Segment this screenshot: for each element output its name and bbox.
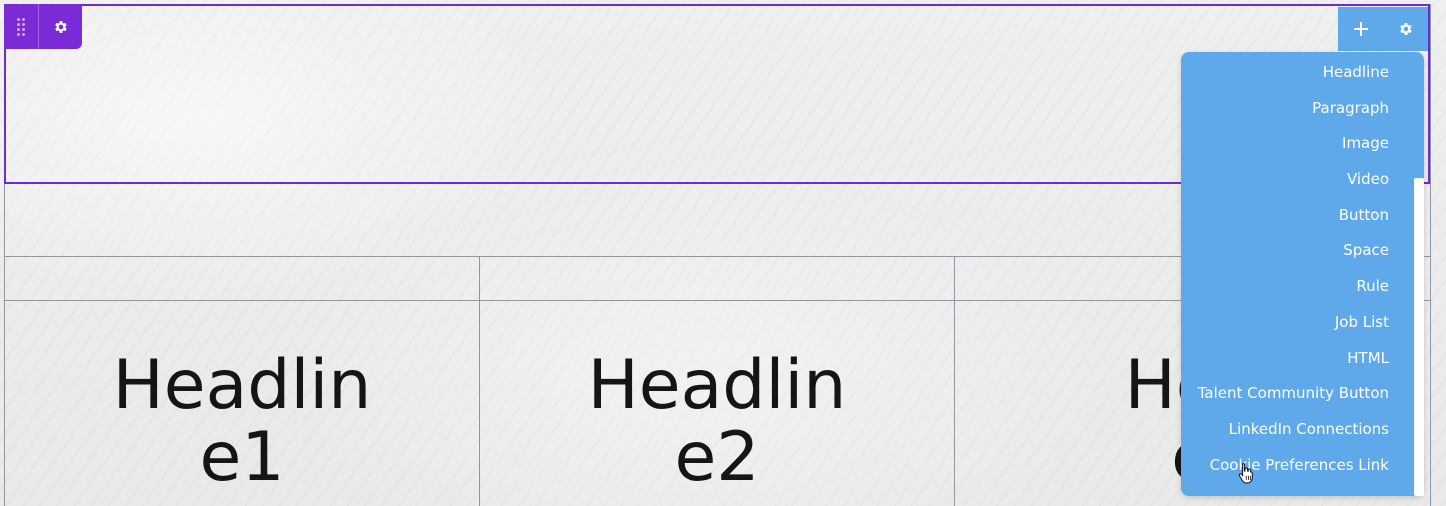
page-border-right: [1430, 4, 1431, 506]
column-1-headline[interactable]: Headlin e1: [5, 350, 479, 494]
column-2-headline[interactable]: Headlin e2: [480, 350, 954, 494]
menu-item-image[interactable]: Image: [1181, 126, 1409, 162]
menu-item-video[interactable]: Video: [1181, 162, 1409, 198]
drag-handle-icon[interactable]: [4, 4, 39, 49]
menu-item-headline[interactable]: Headline: [1181, 55, 1409, 91]
headline-line-1: Headlin: [587, 346, 847, 425]
menu-item-rule[interactable]: Rule: [1181, 269, 1409, 305]
gear-icon: [54, 20, 67, 33]
menu-item-talent-community-button[interactable]: Talent Community Button: [1181, 376, 1409, 412]
plus-icon: [1353, 22, 1368, 36]
add-element-menu: Headline Paragraph Image Video Button Sp…: [1181, 52, 1424, 496]
menu-item-space[interactable]: Space: [1181, 233, 1409, 269]
menu-item-cookie-preferences-link[interactable]: Cookie Preferences Link: [1181, 448, 1409, 484]
section-toolbar: [4, 4, 82, 49]
headline-line-2: e1: [199, 418, 285, 497]
headline-line-2: e2: [674, 418, 760, 497]
menu-item-html[interactable]: HTML: [1181, 341, 1409, 377]
add-element-menu-list: Headline Paragraph Image Video Button Sp…: [1181, 55, 1409, 483]
add-element-button[interactable]: [1338, 7, 1383, 51]
headline-line-1: Headlin: [112, 346, 372, 425]
column-settings-button[interactable]: [1383, 7, 1428, 51]
hand-cursor-icon: [1238, 463, 1253, 484]
menu-item-button[interactable]: Button: [1181, 198, 1409, 234]
menu-item-job-list[interactable]: Job List: [1181, 305, 1409, 341]
menu-scrollbar-thumb[interactable]: [1414, 178, 1424, 496]
column-toolbar: [1338, 7, 1428, 51]
menu-item-linkedin-connections[interactable]: LinkedIn Connections: [1181, 412, 1409, 448]
gear-icon: [1399, 23, 1412, 35]
section-settings-button[interactable]: [39, 4, 82, 49]
menu-item-paragraph[interactable]: Paragraph: [1181, 91, 1409, 127]
